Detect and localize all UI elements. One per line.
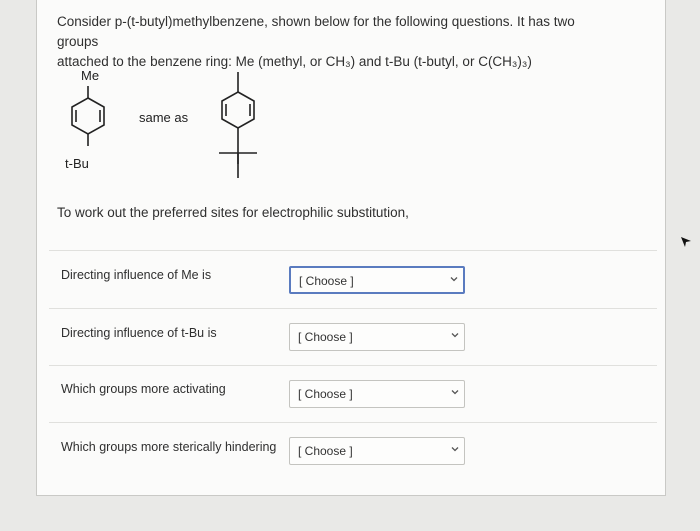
question-card: Consider p-(t-butyl)methylbenzene, shown… bbox=[36, 0, 666, 496]
row-label-tbu-directing: Directing influence of t-Bu is bbox=[61, 326, 217, 340]
select-value: [ Choose ] bbox=[298, 444, 353, 458]
divider bbox=[49, 308, 657, 309]
mouse-pointer-icon bbox=[681, 237, 691, 247]
chevron-down-icon bbox=[450, 277, 458, 282]
divider bbox=[49, 250, 657, 251]
benzene-left bbox=[71, 86, 105, 146]
select-more-activating[interactable]: [ Choose ] bbox=[289, 380, 465, 408]
chevron-down-icon bbox=[451, 390, 459, 395]
molecule-figure: Me t-Bu same as bbox=[37, 60, 297, 190]
row-label-more-activating: Which groups more activating bbox=[61, 382, 226, 396]
me-label: Me bbox=[81, 68, 100, 83]
select-value: [ Choose ] bbox=[299, 274, 354, 288]
question-line-1: Consider p-(t-butyl)methylbenzene, shown… bbox=[57, 14, 575, 49]
row-label-me-directing: Directing influence of Me is bbox=[61, 268, 212, 282]
benzene-right bbox=[219, 72, 257, 178]
select-value: [ Choose ] bbox=[298, 387, 353, 401]
same-as-label: same as bbox=[139, 110, 189, 125]
select-me-directing[interactable]: [ Choose ] bbox=[289, 266, 465, 294]
row-label-more-hindering: Which groups more sterically hindering bbox=[61, 440, 277, 454]
chevron-down-icon bbox=[451, 333, 459, 338]
tbu-label: t-Bu bbox=[65, 156, 89, 171]
select-tbu-directing[interactable]: [ Choose ] bbox=[289, 323, 465, 351]
select-value: [ Choose ] bbox=[298, 330, 353, 344]
intro-text: To work out the preferred sites for elec… bbox=[57, 205, 409, 220]
divider bbox=[49, 422, 657, 423]
select-more-hindering[interactable]: [ Choose ] bbox=[289, 437, 465, 465]
chevron-down-icon bbox=[451, 447, 459, 452]
divider bbox=[49, 365, 657, 366]
